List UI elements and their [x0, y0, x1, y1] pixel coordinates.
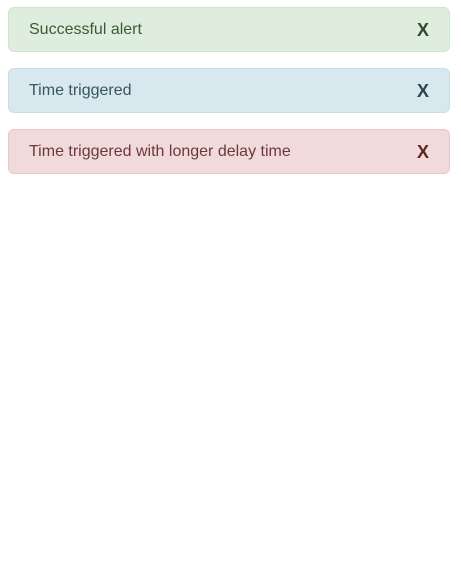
close-icon[interactable]: X — [417, 142, 429, 162]
alert-message: Time triggered — [29, 81, 132, 99]
success-alert: Successful alert X — [8, 7, 450, 52]
alert-message: Successful alert — [29, 20, 142, 38]
close-icon[interactable]: X — [417, 81, 429, 101]
alert-message: Time triggered with longer delay time — [29, 142, 291, 160]
alerts-container: Successful alert X Time triggered X Time… — [8, 7, 450, 190]
time-triggered-alert: Time triggered X — [8, 68, 450, 113]
close-icon[interactable]: X — [417, 20, 429, 40]
long-delay-alert: Time triggered with longer delay time X — [8, 129, 450, 174]
